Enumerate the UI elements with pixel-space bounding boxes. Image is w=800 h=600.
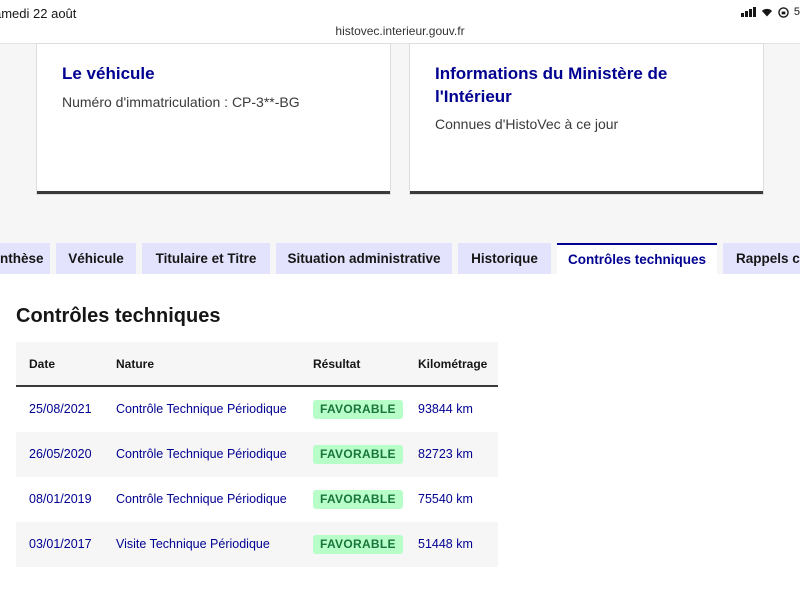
browser-status-bar: amedi 22 août histovec.interieur.gouv.fr… <box>0 0 800 44</box>
column-header-km: Kilométrage <box>418 357 488 371</box>
table-header-row: Date Nature Résultat Kilométrage <box>16 342 498 387</box>
ministry-card-text: Connues d'HistoVec à ce jour <box>435 116 619 132</box>
row-result: FAVORABLE <box>313 477 403 522</box>
controles-techniques-panel: Contrôles techniques Date Nature Résulta… <box>0 274 800 600</box>
tab-historique[interactable]: Historique <box>458 243 551 275</box>
row-date: 25/08/2021 <box>29 402 92 416</box>
status-icons: 5 <box>740 6 800 18</box>
tab-controles-techniques[interactable]: Contrôles techniques <box>557 243 717 275</box>
tab-titulaire-et-titre[interactable]: Titulaire et Titre <box>142 243 270 275</box>
tab-synthese[interactable]: nthèse <box>0 243 50 275</box>
tab-rappels[interactable]: Rappels co <box>723 243 800 275</box>
row-result: FAVORABLE <box>313 432 403 477</box>
row-result: FAVORABLE <box>313 522 403 567</box>
result-badge: FAVORABLE <box>313 490 403 510</box>
ministry-card-title: Informations du Ministère de l'Intérieur <box>435 64 668 106</box>
column-header-date: Date <box>29 357 56 371</box>
battery-percent: 5 <box>793 6 800 18</box>
row-date: 03/01/2017 <box>29 537 92 551</box>
row-nature: Contrôle Technique Périodique <box>116 402 287 416</box>
result-badge: FAVORABLE <box>313 445 403 465</box>
column-header-nature: Nature <box>116 357 155 371</box>
column-header-result: Résultat <box>313 357 361 371</box>
row-km: 51448 km <box>418 537 473 551</box>
row-nature: Contrôle Technique Périodique <box>116 447 287 461</box>
panel-title: Contrôles techniques <box>16 305 221 327</box>
ministry-info-card: Informations du Ministère de l'Intérieur… <box>410 44 763 194</box>
tab-vehicule[interactable]: Véhicule <box>56 243 136 275</box>
controles-table: Date Nature Résultat Kilométrage 25/08/2… <box>16 342 498 567</box>
row-km: 75540 km <box>418 492 473 506</box>
registration-number: Numéro d'immatriculation : CP-3**-BG <box>62 94 300 110</box>
result-badge: FAVORABLE <box>313 535 403 555</box>
table-row: 26/05/2020 Contrôle Technique Périodique… <box>16 432 498 477</box>
row-result: FAVORABLE <box>313 387 403 432</box>
table-row: 08/01/2019 Contrôle Technique Périodique… <box>16 477 498 522</box>
row-nature: Contrôle Technique Périodique <box>116 492 287 506</box>
vehicle-card-title: Le véhicule <box>62 64 155 83</box>
rotation-lock-icon <box>778 6 789 18</box>
signal-icon <box>740 7 756 17</box>
tab-bar: nthèse Véhicule Titulaire et Titre Situa… <box>0 243 800 275</box>
table-row: 25/08/2021 Contrôle Technique Périodique… <box>16 387 498 432</box>
row-date: 08/01/2019 <box>29 492 92 506</box>
row-km: 82723 km <box>418 447 473 461</box>
table-row: 03/01/2017 Visite Technique Périodique F… <box>16 522 498 567</box>
row-date: 26/05/2020 <box>29 447 92 461</box>
row-km: 93844 km <box>418 402 473 416</box>
row-nature: Visite Technique Périodique <box>116 537 270 551</box>
result-badge: FAVORABLE <box>313 400 403 420</box>
wifi-icon <box>761 8 772 17</box>
address-bar-url[interactable]: histovec.interieur.gouv.fr <box>0 24 800 38</box>
vehicle-card: Le véhicule Numéro d'immatriculation : C… <box>37 44 390 194</box>
status-date: amedi 22 août <box>0 6 77 21</box>
tab-situation-administrative[interactable]: Situation administrative <box>276 243 452 275</box>
